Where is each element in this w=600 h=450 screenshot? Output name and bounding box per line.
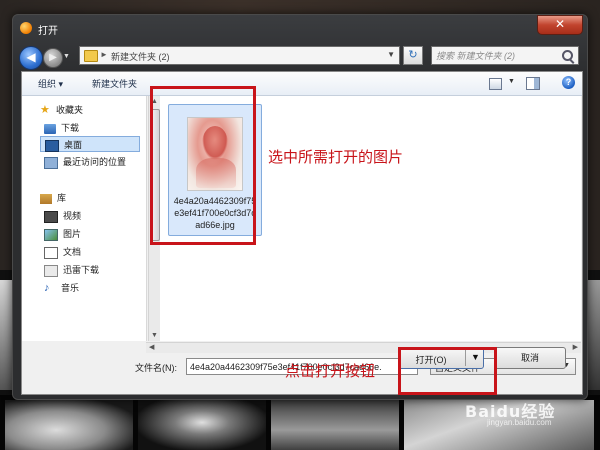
desktop-icon: [45, 139, 59, 152]
window-title: 打开: [38, 26, 58, 37]
sidebar-item-desktop[interactable]: 桌面: [40, 136, 140, 152]
background-thumbnail-left: [0, 280, 12, 390]
navigation-pane: ★ 收藏夹 下载 桌面 最近访问的位置 库 视频 图片 文档 迅雷下载 ♪ 音乐: [22, 96, 147, 341]
back-button[interactable]: ◀: [19, 46, 43, 70]
filename-label: 文件名(N):: [135, 363, 177, 373]
address-dropdown-icon[interactable]: ▼: [387, 50, 395, 59]
folder-icon: [84, 50, 98, 62]
title-bar[interactable]: 打开 ✕: [13, 15, 587, 41]
thumbnail-3: [271, 400, 399, 450]
command-bar: 组织 ▾ 新建文件夹 ▼ ?: [22, 72, 582, 96]
forward-button[interactable]: ▶: [43, 48, 63, 68]
search-box[interactable]: [431, 46, 579, 65]
scroll-down-icon[interactable]: ▼: [151, 332, 158, 339]
cancel-button[interactable]: 取消: [494, 347, 566, 369]
sidebar-item-recent-places[interactable]: 最近访问的位置: [44, 154, 126, 170]
open-file-dialog: 打开 ✕ ◀ ▶ ▼ ► 新建文件夹 (2) ▼ ↻ 组织 ▾ 新建文件夹 ▼ …: [12, 14, 588, 400]
close-button[interactable]: ✕: [537, 15, 583, 35]
file-highlight-box: [150, 86, 256, 245]
annotation-click-open: 点击打开按钮: [285, 362, 376, 380]
documents-icon: [44, 246, 58, 259]
music-icon: ♪: [44, 282, 50, 294]
new-folder-button[interactable]: 新建文件夹: [92, 77, 137, 90]
search-input[interactable]: [436, 49, 556, 62]
thumbnail-1: [5, 400, 133, 450]
open-button-highlight-box: [398, 347, 497, 395]
sidebar-item-music[interactable]: ♪ 音乐: [44, 280, 79, 296]
sidebar-item-videos[interactable]: 视频: [44, 208, 81, 224]
background-thumbnail-right: [588, 280, 600, 390]
recent-places-icon: [44, 156, 58, 169]
watermark-url: jingyan.baidu.com: [487, 418, 552, 427]
scroll-right-icon[interactable]: ▶: [573, 343, 578, 351]
change-view-icon[interactable]: [489, 78, 502, 90]
scroll-left-icon[interactable]: ◀: [149, 343, 154, 351]
breadcrumb-separator-icon[interactable]: ►: [100, 50, 108, 59]
download-folder-icon: [44, 123, 56, 134]
video-icon: [44, 210, 58, 223]
sidebar-item-documents[interactable]: 文档: [44, 244, 81, 260]
annotation-select-file: 选中所需打开的图片: [268, 148, 404, 166]
search-icon[interactable]: [562, 50, 573, 61]
sidebar-item-downloads[interactable]: 下载: [44, 120, 79, 136]
sidebar-item-xunlei-downloads[interactable]: 迅雷下载: [44, 262, 99, 278]
preview-pane-icon[interactable]: [526, 77, 540, 90]
sidebar-group-favorites[interactable]: ★ 收藏夹: [40, 102, 83, 118]
star-icon: ★: [40, 104, 50, 116]
app-icon: [20, 22, 32, 34]
organize-menu[interactable]: 组织 ▾: [38, 77, 63, 90]
view-dropdown-icon[interactable]: ▼: [508, 78, 515, 85]
breadcrumb-folder[interactable]: 新建文件夹 (2): [111, 50, 170, 63]
sidebar-item-pictures[interactable]: 图片: [44, 226, 81, 242]
sidebar-group-libraries[interactable]: 库: [40, 190, 66, 206]
xunlei-download-icon: [44, 264, 58, 277]
library-icon: [40, 193, 52, 204]
thumbnail-2: [138, 400, 266, 450]
address-bar[interactable]: ► 新建文件夹 (2) ▼: [79, 46, 400, 65]
help-icon[interactable]: ?: [562, 76, 575, 89]
refresh-button[interactable]: ↻: [403, 46, 423, 65]
pictures-icon: [44, 228, 58, 241]
history-dropdown-icon[interactable]: ▼: [63, 53, 70, 60]
